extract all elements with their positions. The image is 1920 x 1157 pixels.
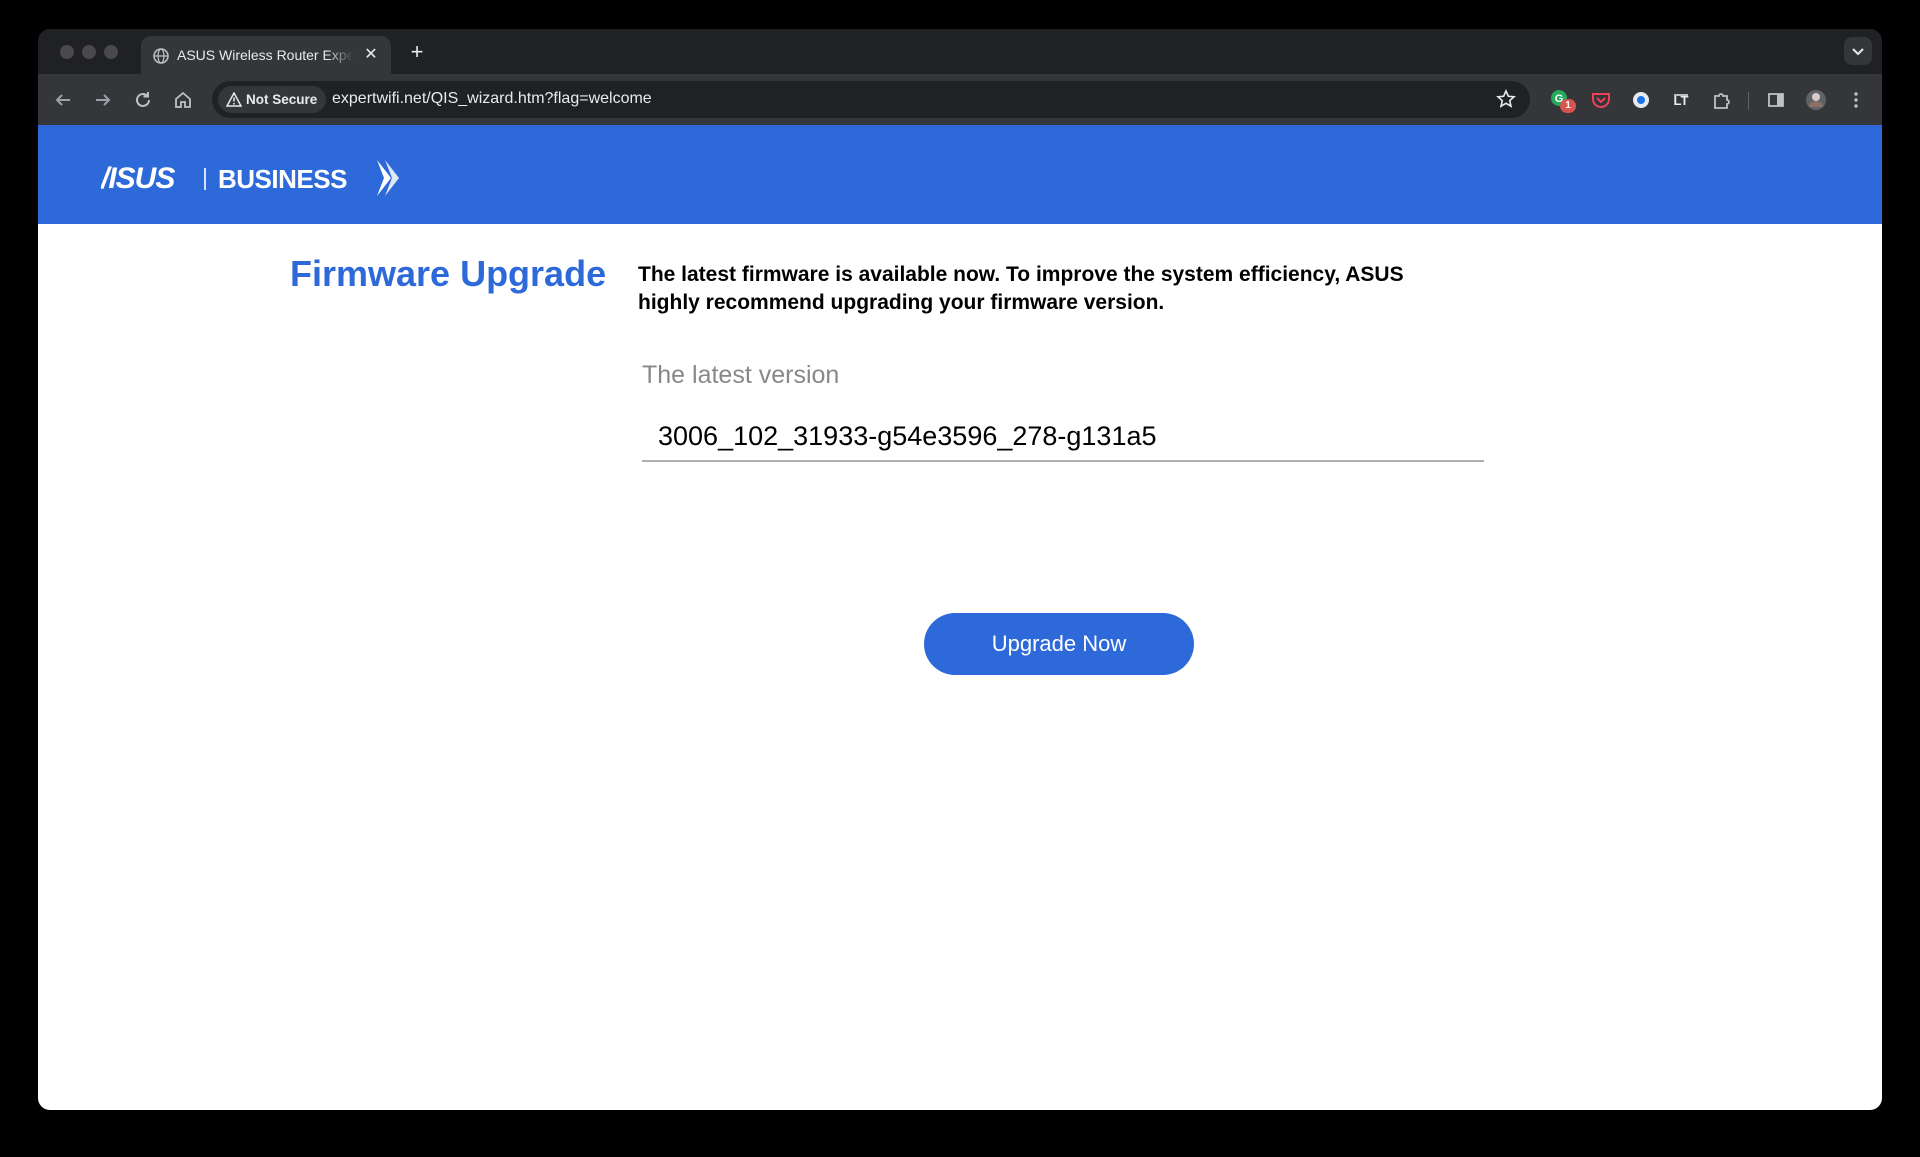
globe-icon bbox=[153, 48, 169, 64]
extension-grammar-icon[interactable]: G 1 bbox=[1548, 87, 1576, 113]
tab-strip: ASUS Wireless Router Expert ✕ + bbox=[38, 29, 1882, 74]
kebab-menu-icon[interactable] bbox=[1843, 87, 1869, 113]
asus-business-logo: /ISUS BUSINESS bbox=[101, 160, 399, 196]
chevron-down-icon bbox=[1852, 48, 1864, 56]
home-icon[interactable] bbox=[170, 87, 196, 113]
security-chip-label: Not Secure bbox=[246, 92, 318, 107]
translate-icon[interactable]: LT bbox=[1668, 87, 1694, 113]
upgrade-now-button[interactable]: Upgrade Now bbox=[924, 613, 1194, 675]
security-chip[interactable]: Not Secure bbox=[218, 86, 327, 113]
browser-toolbar: Not Secure expertwifi.net/QIS_wizard.htm… bbox=[38, 74, 1882, 125]
tab-title: ASUS Wireless Router Expert bbox=[177, 47, 353, 63]
page-title: Firmware Upgrade bbox=[290, 253, 607, 294]
forward-arrow-icon[interactable] bbox=[90, 87, 116, 113]
address-bar[interactable]: Not Secure expertwifi.net/QIS_wizard.htm… bbox=[212, 81, 1530, 118]
extensions-puzzle-icon[interactable] bbox=[1708, 87, 1734, 113]
back-arrow-icon[interactable] bbox=[50, 87, 76, 113]
close-window-button[interactable] bbox=[60, 45, 74, 59]
extension-badge: 1 bbox=[1560, 99, 1576, 113]
minimize-window-button[interactable] bbox=[82, 45, 96, 59]
maximize-window-button[interactable] bbox=[104, 45, 118, 59]
profile-avatar-icon[interactable] bbox=[1803, 87, 1829, 113]
warning-icon bbox=[226, 92, 242, 107]
firmware-description: The latest firmware is available now. To… bbox=[638, 263, 1404, 314]
new-tab-button[interactable]: + bbox=[406, 41, 428, 63]
svg-text:BUSINESS: BUSINESS bbox=[218, 164, 347, 194]
toolbar-divider bbox=[1748, 92, 1749, 110]
header-banner: /ISUS BUSINESS bbox=[38, 125, 1882, 224]
page-content: /ISUS BUSINESS Firmware Upgrade The late… bbox=[38, 125, 1882, 1110]
pocket-icon[interactable] bbox=[1588, 87, 1614, 113]
version-field[interactable] bbox=[642, 413, 1484, 462]
side-panel-icon[interactable] bbox=[1763, 87, 1789, 113]
bookmark-star-icon[interactable] bbox=[1496, 89, 1516, 109]
version-label: The latest version bbox=[642, 361, 840, 389]
svg-text:/ISUS: /ISUS bbox=[101, 162, 175, 195]
url-text[interactable]: expertwifi.net/QIS_wizard.htm?flag=welco… bbox=[332, 90, 652, 108]
browser-tab-active[interactable]: ASUS Wireless Router Expert ✕ bbox=[141, 36, 391, 74]
tab-search-button[interactable] bbox=[1844, 37, 1872, 65]
password-manager-icon[interactable] bbox=[1628, 87, 1654, 113]
tab-close-icon[interactable]: ✕ bbox=[361, 45, 381, 65]
browser-window: ASUS Wireless Router Expert ✕ + Not Secu… bbox=[38, 29, 1882, 1110]
reload-icon[interactable] bbox=[130, 87, 156, 113]
